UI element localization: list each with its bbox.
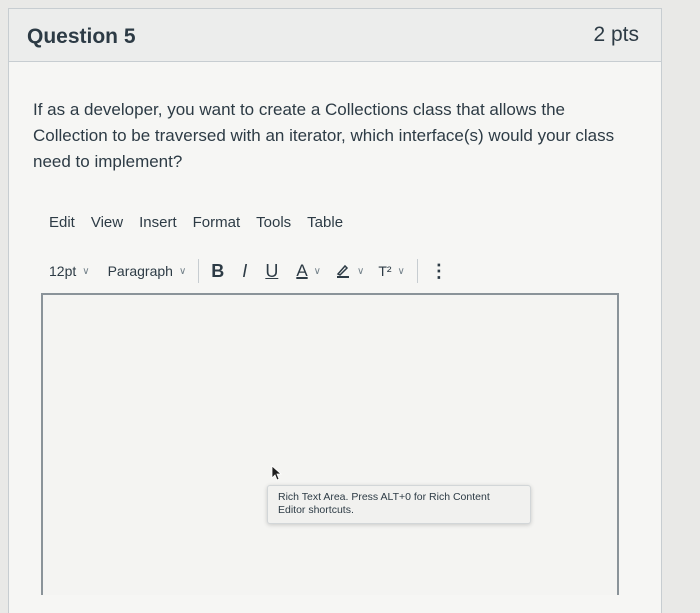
menu-table[interactable]: Table (307, 214, 343, 238)
highlight-color-button[interactable]: ∨ (335, 262, 364, 281)
bold-button[interactable]: B (211, 261, 224, 282)
text-color-label: A (296, 261, 308, 280)
menu-tools[interactable]: Tools (256, 214, 291, 238)
chevron-down-icon: ∨ (82, 265, 90, 277)
text-color-button[interactable]: A ∨ (296, 261, 321, 281)
menu-insert[interactable]: Insert (139, 214, 177, 238)
superscript-button[interactable]: T² ∨ (378, 263, 405, 279)
chevron-down-icon: ∨ (313, 265, 321, 277)
font-size-value: 12pt (49, 263, 77, 279)
chevron-down-icon: ∨ (397, 265, 405, 277)
superscript-label: T² (378, 263, 392, 279)
menu-view[interactable]: View (91, 214, 123, 238)
editor-toolbar: 12pt ∨ Paragraph ∨ B I U A ∨ ∨ T² ∨ ⋮ (49, 253, 589, 289)
menu-edit[interactable]: Edit (49, 214, 75, 238)
italic-button[interactable]: I (242, 261, 247, 282)
menu-format[interactable]: Format (193, 214, 241, 238)
question-header: Question 5 2 pts (9, 9, 661, 62)
question-points: 2 pts (593, 23, 639, 46)
toolbar-divider (416, 259, 418, 283)
quiz-question-card: Question 5 2 pts If as a developer, you … (8, 8, 662, 613)
block-format-dropdown[interactable]: Paragraph ∨ (108, 263, 187, 279)
rich-text-area[interactable]: Rich Text Area. Press ALT+0 for Rich Con… (41, 293, 619, 595)
chevron-down-icon: ∨ (356, 265, 365, 277)
mouse-pointer-icon (271, 465, 283, 486)
highlighter-icon (335, 262, 351, 281)
editor-tooltip: Rich Text Area. Press ALT+0 for Rich Con… (267, 485, 531, 524)
font-size-dropdown[interactable]: 12pt ∨ (49, 263, 90, 279)
block-format-value: Paragraph (107, 263, 173, 279)
question-title: Question 5 (27, 25, 136, 48)
editor-menubar: Edit View Insert Format Tools Table (49, 214, 343, 238)
chevron-down-icon: ∨ (178, 265, 187, 277)
more-options-button[interactable]: ⋮ (430, 261, 448, 282)
question-text: If as a developer, you want to create a … (33, 100, 615, 171)
underline-button[interactable]: U (265, 261, 278, 282)
toolbar-divider (198, 259, 200, 283)
